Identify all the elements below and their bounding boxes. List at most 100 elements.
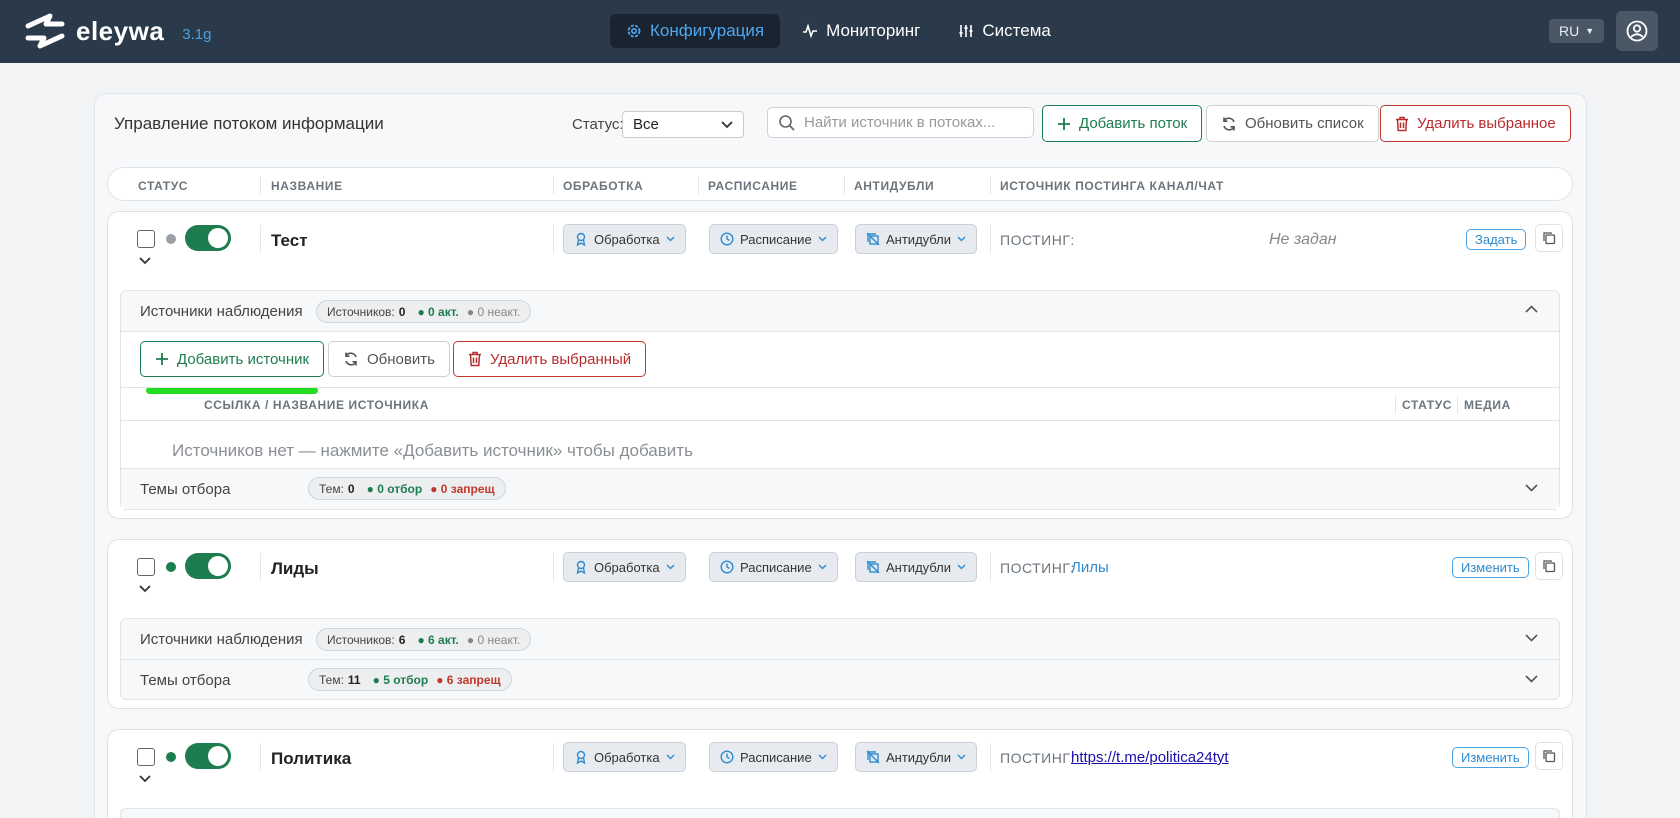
chevron-down-icon[interactable] bbox=[1525, 484, 1538, 492]
copy-icon bbox=[1543, 560, 1556, 573]
copy-stream-button[interactable] bbox=[1535, 742, 1563, 770]
cell-separator bbox=[990, 553, 991, 581]
cell-separator bbox=[990, 743, 991, 771]
status-filter-label: Статус: bbox=[572, 116, 624, 133]
copy-stream-button[interactable] bbox=[1535, 224, 1563, 252]
sources-panel bbox=[120, 808, 1560, 818]
nav-system[interactable]: Система bbox=[942, 14, 1066, 48]
col-header-schedule: РАСПИСАНИЕ bbox=[708, 179, 798, 193]
trash-icon bbox=[1396, 116, 1408, 131]
schedule-dropdown[interactable]: Расписание bbox=[709, 552, 838, 582]
nav-configuration[interactable]: Конфигурация bbox=[610, 14, 781, 48]
delete-source-button[interactable]: Удалить выбранный bbox=[453, 341, 647, 377]
stream-enable-toggle[interactable] bbox=[185, 225, 231, 251]
add-source-button[interactable]: Добавить источник bbox=[140, 341, 325, 377]
add-stream-button[interactable]: Добавить поток bbox=[1042, 105, 1203, 142]
antidup-dropdown[interactable]: Антидубли bbox=[855, 742, 978, 772]
copy-off-icon bbox=[866, 560, 880, 574]
stream-enable-toggle[interactable] bbox=[185, 743, 231, 769]
copy-off-icon bbox=[866, 232, 880, 246]
posting-value: Не задан bbox=[1269, 231, 1337, 248]
search-input[interactable]: Найти источник в потоках... bbox=[767, 107, 1034, 138]
schedule-label: Расписание bbox=[740, 559, 812, 575]
edit-posting-button[interactable]: Изменить bbox=[1452, 747, 1529, 768]
col-header-posting-source: ИСТОЧНИК ПОСТИНГА КАНАЛ/ЧАТ bbox=[1000, 179, 1224, 193]
copy-stream-button[interactable] bbox=[1535, 552, 1563, 580]
refresh-sources-button[interactable]: Обновить bbox=[328, 341, 450, 377]
chevron-down-icon bbox=[957, 564, 966, 570]
sources-count-label: Источников: bbox=[327, 632, 395, 647]
sources-title: Источники наблюдения bbox=[140, 303, 303, 320]
delete-selected-button[interactable]: Удалить выбранное bbox=[1380, 105, 1571, 142]
col-separator bbox=[990, 176, 991, 194]
posting-value[interactable]: Лилы bbox=[1071, 559, 1109, 576]
col-header-name: НАЗВАНИЕ bbox=[271, 179, 343, 193]
app-logo[interactable]: eleywa 3.1g bbox=[24, 12, 212, 50]
posting-label: ПОСТИНГ: bbox=[1000, 560, 1075, 576]
language-dropdown[interactable]: RU ▼ bbox=[1549, 19, 1605, 43]
stream-checkbox[interactable] bbox=[137, 558, 155, 576]
stream-checkbox[interactable] bbox=[137, 748, 155, 766]
clock-icon bbox=[720, 232, 734, 246]
search-placeholder: Найти источник в потоках... bbox=[804, 114, 996, 131]
processing-dropdown[interactable]: Обработка bbox=[563, 552, 686, 582]
col-header-source-media: МЕДИА bbox=[1464, 398, 1511, 412]
antidup-label: Антидубли bbox=[886, 559, 952, 575]
status-filter-select[interactable]: Все bbox=[622, 111, 744, 138]
stream-checkbox[interactable] bbox=[137, 230, 155, 248]
app-version: 3.1g bbox=[182, 25, 212, 43]
page-title: Управление потоком информации bbox=[114, 114, 384, 133]
sources-title: Источники наблюдения bbox=[140, 631, 303, 648]
antidup-label: Антидубли bbox=[886, 749, 952, 765]
copy-icon bbox=[1543, 232, 1556, 245]
sources-active: ● 0 акт. bbox=[417, 304, 459, 319]
expand-chevron-icon[interactable] bbox=[139, 585, 151, 593]
stream-name: Тест bbox=[271, 231, 308, 250]
col-separator bbox=[698, 176, 699, 194]
stream-status-dot bbox=[166, 234, 176, 244]
topics-count-label: Тем: bbox=[319, 672, 344, 687]
award-icon bbox=[576, 750, 586, 764]
clock-icon bbox=[720, 750, 734, 764]
refresh-list-button[interactable]: Обновить список bbox=[1206, 105, 1379, 142]
award-icon bbox=[576, 560, 586, 574]
topics-banned: ● 0 запрещ bbox=[430, 481, 495, 496]
delete-source-label: Удалить выбранный bbox=[490, 350, 632, 368]
processing-dropdown[interactable]: Обработка bbox=[563, 224, 686, 254]
sources-inactive: ● 0 неакт. bbox=[466, 632, 521, 647]
pulse-icon bbox=[803, 23, 818, 39]
plus-icon bbox=[1058, 117, 1070, 130]
topics-selected: ● 0 отбор bbox=[366, 481, 423, 496]
nav-monitoring[interactable]: Мониторинг bbox=[786, 14, 936, 48]
schedule-dropdown[interactable]: Расписание bbox=[709, 742, 838, 772]
refresh-sources-label: Обновить bbox=[367, 350, 435, 368]
schedule-dropdown[interactable]: Расписание bbox=[709, 224, 838, 254]
chevron-down-icon[interactable] bbox=[1525, 634, 1538, 642]
expand-chevron-icon[interactable] bbox=[139, 257, 151, 265]
refresh-icon bbox=[345, 352, 357, 366]
antidup-dropdown[interactable]: Антидубли bbox=[855, 224, 978, 254]
expand-chevron-icon[interactable] bbox=[139, 775, 151, 783]
add-source-label: Добавить источник bbox=[177, 350, 310, 368]
col-separator bbox=[1457, 396, 1458, 414]
set-posting-button[interactable]: Задать bbox=[1466, 229, 1527, 250]
chevron-down-icon[interactable] bbox=[1525, 675, 1538, 683]
edit-posting-button[interactable]: Изменить bbox=[1452, 557, 1529, 578]
posting-link[interactable]: https://t.me/politica24tyt bbox=[1071, 749, 1229, 766]
processing-dropdown[interactable]: Обработка bbox=[563, 742, 686, 772]
stream-enable-toggle[interactable] bbox=[185, 553, 231, 579]
refresh-icon bbox=[1223, 116, 1235, 131]
divider bbox=[120, 420, 1560, 421]
schedule-label: Расписание bbox=[740, 749, 812, 765]
antidup-label: Антидубли bbox=[886, 231, 952, 247]
sliders-icon bbox=[959, 25, 973, 37]
user-menu-button[interactable] bbox=[1616, 11, 1658, 51]
col-header-status: СТАТУС bbox=[138, 179, 189, 193]
chevron-up-icon[interactable] bbox=[1525, 305, 1538, 313]
antidup-dropdown[interactable]: Антидубли bbox=[855, 552, 978, 582]
cell-separator bbox=[990, 225, 991, 253]
col-header-processing: ОБРАБОТКА bbox=[563, 179, 644, 193]
sources-empty-message: Источников нет — нажмите «Добавить источ… bbox=[172, 441, 693, 460]
highlight-underline bbox=[146, 387, 318, 394]
copy-icon bbox=[1543, 750, 1556, 763]
